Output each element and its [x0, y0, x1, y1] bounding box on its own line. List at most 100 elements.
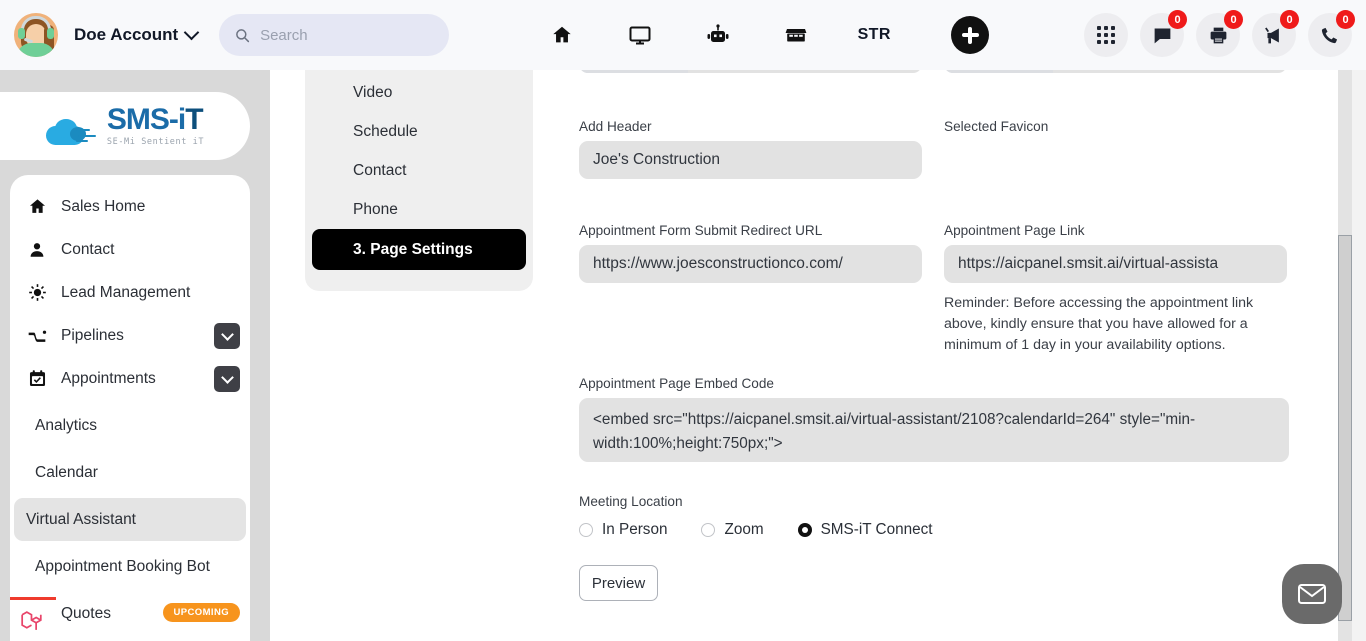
home-icon[interactable] [523, 13, 601, 57]
sidebar-item-contact[interactable]: Contact [10, 228, 250, 271]
megaphone-icon[interactable]: 0 [1252, 10, 1299, 57]
person-icon [26, 241, 48, 259]
sidebar-item-pipelines[interactable]: Pipelines [10, 314, 250, 357]
avatar[interactable] [14, 13, 58, 57]
embed-code-textarea[interactable] [579, 398, 1289, 462]
radio-label: SMS-iT Connect [820, 521, 933, 538]
sidebar-item-label: Pipelines [61, 326, 124, 344]
status-badge: UPCOMING [162, 603, 240, 622]
sidebar-item-label: Sales Home [61, 197, 146, 215]
add-button[interactable] [951, 16, 990, 54]
page-link-label: Appointment Page Link [944, 223, 1085, 238]
sidebar-item-label: Quotes [61, 604, 111, 622]
app-root: Doe Account Search STR 0 0 0 0 SMS-iT SE… [0, 0, 1366, 641]
meeting-location-radio-group: In Person Zoom SMS-iT Connect [579, 521, 1333, 539]
logo-text: SMS-i [106, 103, 186, 136]
str-icon[interactable]: STR [835, 13, 913, 57]
pipeline-icon [26, 326, 48, 346]
sidebar-item-lead-management[interactable]: Lead Management [10, 271, 250, 314]
sidebar-item-label: Lead Management [61, 283, 191, 301]
menu-item-label: Schedule [353, 122, 418, 140]
calendar-check-icon [26, 369, 48, 388]
radio-zoom[interactable]: Zoom [701, 521, 764, 539]
menu-item-schedule[interactable]: Schedule [305, 112, 533, 151]
add-header-label: Add Header [579, 119, 652, 134]
search-box[interactable] [219, 14, 450, 56]
account-switcher[interactable]: Doe Account [74, 24, 200, 45]
menu-item-contact[interactable]: Contact [305, 151, 533, 190]
sidebar: SMS-iT SE-Mi Sentient iT Sales Home Cont… [0, 70, 270, 641]
top-header: Doe Account Search STR 0 0 0 0 [0, 0, 1366, 70]
chat-badge: 0 [1168, 10, 1187, 29]
add-header-input[interactable] [579, 141, 922, 179]
account-label: Doe Account [74, 25, 179, 44]
header-nav-icons: STR [523, 13, 990, 57]
brand-logo[interactable]: SMS-iT SE-Mi Sentient iT [0, 92, 250, 160]
chat-widget-button[interactable] [1282, 564, 1342, 624]
sidebar-item-label: Appointments [61, 369, 156, 387]
grid-dots [1097, 26, 1115, 44]
sidebar-item-analytics[interactable]: Analytics [10, 404, 250, 447]
menu-item-label: Phone [353, 200, 398, 218]
cloud-logo-icon [45, 117, 102, 147]
sidebar-menu: Sales Home Contact Lead Management Pipel… [10, 175, 250, 641]
sidebar-item-appointment-booking-bot[interactable]: Appointment Booking Bot [10, 545, 250, 588]
expand-pipelines-button[interactable] [214, 323, 240, 349]
menu-item-label: Video [353, 83, 393, 101]
phone-badge: 0 [1336, 10, 1355, 29]
laravel-logo-icon [10, 597, 56, 641]
redirect-url-label: Appointment Form Submit Redirect URL [579, 223, 823, 238]
page-link-reminder: Reminder: Before accessing the appointme… [944, 295, 1254, 353]
menu-item-label: Contact [353, 161, 407, 179]
phone-icon[interactable]: 0 [1308, 10, 1355, 57]
expand-appointments-button[interactable] [214, 366, 240, 392]
chat-icon[interactable]: 0 [1140, 10, 1187, 57]
printer-icon[interactable]: 0 [1196, 10, 1243, 57]
sidebar-item-appointments[interactable]: Appointments [10, 357, 250, 400]
robot-icon[interactable] [679, 13, 757, 57]
radio-icon[interactable] [579, 523, 593, 537]
header-right-icons: 0 0 0 0 [1084, 10, 1355, 57]
scrollbar-thumb[interactable] [1338, 235, 1352, 621]
radio-in-person[interactable]: In Person [579, 521, 667, 539]
str-label: STR [857, 26, 891, 43]
menu-item-phone[interactable]: Phone [305, 190, 533, 229]
page-link-input[interactable] [944, 245, 1287, 283]
sidebar-item-calendar[interactable]: Calendar [10, 451, 250, 494]
sidebar-item-sales-home[interactable]: Sales Home [10, 185, 250, 228]
menu-item-page-settings[interactable]: 3. Page Settings [312, 229, 526, 270]
radio-label: Zoom [724, 521, 764, 538]
page-right-gutter [1352, 55, 1366, 641]
sidebar-item-label: Calendar [35, 463, 98, 481]
redirect-url-input[interactable] [579, 245, 922, 283]
sidebar-item-label: Contact [61, 240, 115, 258]
menu-item-video[interactable]: Video [305, 73, 533, 112]
envelope-icon [1298, 584, 1326, 604]
monitor-icon[interactable] [601, 13, 679, 57]
search-input[interactable] [260, 26, 434, 44]
chevron-down-icon [183, 24, 200, 41]
wizard-step-menu: Video Schedule Contact Phone 3. Page Set… [305, 55, 533, 291]
embed-code-label: Appointment Page Embed Code [579, 376, 774, 391]
sidebar-item-label: Virtual Assistant [26, 510, 136, 528]
home-icon [26, 197, 48, 216]
sidebar-item-label: Appointment Booking Bot [35, 557, 210, 575]
menu-item-label: 3. Page Settings [353, 240, 473, 258]
radio-sms-it-connect[interactable]: SMS-iT Connect [797, 521, 933, 539]
sidebar-item-label: Analytics [35, 416, 98, 434]
radio-label: In Person [602, 521, 668, 538]
plus-icon [961, 26, 979, 44]
search-icon [236, 28, 250, 42]
logo-text-accent: T [185, 103, 203, 136]
apps-grid-icon[interactable] [1084, 13, 1128, 57]
radio-icon[interactable] [701, 523, 716, 537]
preview-button[interactable]: Preview [579, 565, 658, 601]
radio-icon-selected[interactable] [797, 523, 812, 537]
main-content: Choose File No file chosen Choose File N… [533, 35, 1333, 641]
meeting-location-label: Meeting Location [579, 494, 683, 509]
logo-tagline: SE-Mi Sentient iT [106, 137, 205, 147]
sidebar-item-virtual-assistant[interactable]: Virtual Assistant [14, 498, 246, 541]
store-icon[interactable] [757, 13, 835, 57]
selected-favicon-label: Selected Favicon [944, 119, 1049, 134]
megaphone-badge: 0 [1280, 10, 1299, 29]
